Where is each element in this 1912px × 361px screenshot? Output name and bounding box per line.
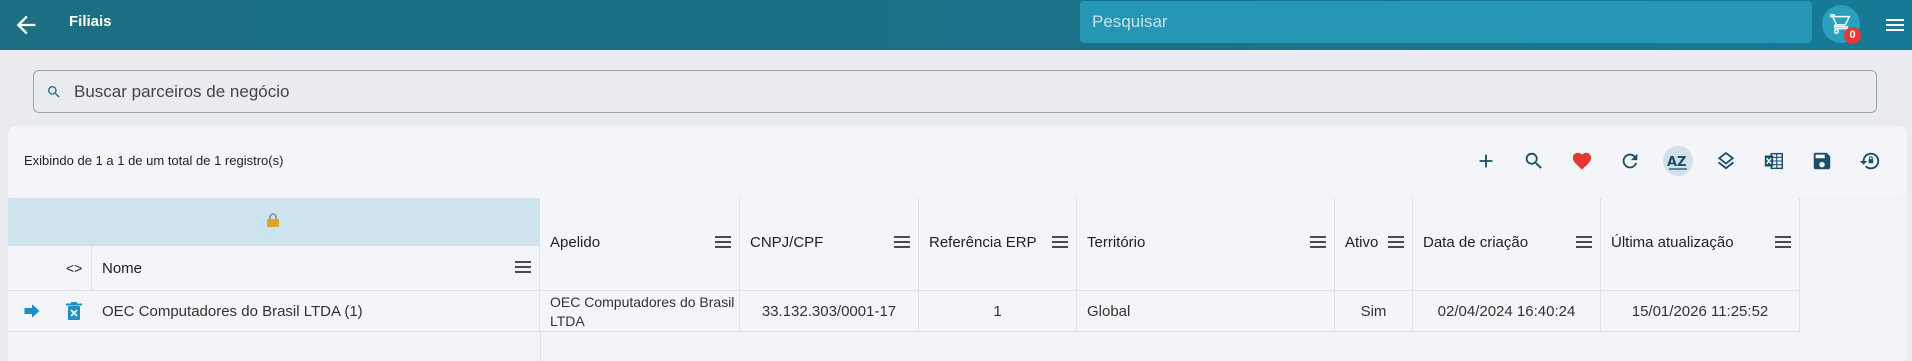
cell-nome: OEC Computadores do Brasil LTDA (1) — [92, 291, 540, 331]
global-search-box[interactable] — [1080, 1, 1812, 43]
column-menu-icon[interactable] — [894, 235, 910, 249]
restore-button[interactable] — [1855, 146, 1885, 176]
cell-apelido: OEC Computadores do Brasil LTDA — [540, 291, 740, 331]
arrow-right-icon — [24, 304, 40, 318]
back-arrow-icon[interactable] — [12, 11, 40, 39]
column-header-ultima-atualizacao[interactable]: Última atualização — [1601, 198, 1800, 290]
column-header-ativo[interactable]: Ativo — [1335, 198, 1413, 290]
code-toggle-icon[interactable]: <> — [66, 260, 82, 276]
column-label-nome: Nome — [102, 260, 143, 277]
column-header-cnpj[interactable]: CNPJ/CPF — [740, 198, 919, 290]
column-menu-icon[interactable] — [1775, 235, 1791, 249]
lock-icon — [266, 212, 280, 233]
column-menu-icon[interactable] — [1310, 235, 1326, 249]
partner-search-input[interactable] — [74, 71, 1864, 112]
cell-data-criacao: 02/04/2024 16:40:24 — [1413, 291, 1601, 331]
top-app-bar: Filiais 0 — [0, 0, 1912, 50]
column-menu-icon[interactable] — [715, 235, 731, 249]
search-button[interactable] — [1519, 146, 1549, 176]
column-label-ativo: Ativo — [1345, 234, 1379, 251]
global-search-input[interactable] — [1092, 1, 1792, 43]
search-icon — [1525, 152, 1542, 169]
data-grid: <> Nome Apelido CNPJ/CPF Referência ERP … — [8, 198, 1907, 361]
export-excel-button[interactable] — [1759, 146, 1789, 176]
delete-record-button[interactable] — [56, 291, 92, 331]
column-label-cnpj: CNPJ/CPF — [750, 234, 824, 251]
cell-territorio: Global — [1077, 291, 1335, 331]
hamburger-menu-icon[interactable] — [1883, 13, 1907, 37]
cell-ultima-atualizacao: 15/01/2026 11:25:52 — [1601, 291, 1800, 331]
column-menu-icon[interactable] — [1388, 235, 1404, 249]
column-label-apelido: Apelido — [550, 234, 601, 251]
column-header-apelido[interactable]: Apelido — [540, 198, 740, 290]
column-menu-icon[interactable] — [1576, 235, 1592, 249]
favorite-button[interactable] — [1567, 146, 1597, 176]
partner-search-box[interactable] — [33, 70, 1877, 113]
column-label-ultima-atualizacao: Última atualização — [1611, 234, 1734, 251]
sort-az-button[interactable]: AZ — [1663, 146, 1693, 176]
column-header-territorio[interactable]: Território — [1077, 198, 1335, 290]
refresh-icon — [1622, 153, 1638, 169]
results-panel: Exibindo de 1 a 1 de um total de 1 regis… — [8, 126, 1907, 361]
delete-icon — [66, 302, 82, 320]
column-header-nome[interactable]: Nome — [92, 246, 540, 290]
layers-icon — [1717, 151, 1735, 170]
records-info: Exibindo de 1 a 1 de um total de 1 regis… — [24, 153, 284, 168]
cart-count-badge: 0 — [1844, 27, 1861, 44]
page-title: Filiais — [69, 13, 112, 30]
svg-text:AZ: AZ — [1667, 155, 1687, 170]
table-row[interactable]: OEC Computadores do Brasil LTDA (1) OEC … — [8, 290, 1800, 332]
column-label-territorio: Território — [1087, 234, 1146, 251]
sort-az-icon: AZ — [1667, 155, 1687, 170]
cart-button[interactable]: 0 — [1822, 5, 1861, 44]
layers-button[interactable] — [1711, 146, 1741, 176]
column-header-data-criacao[interactable]: Data de criação — [1413, 198, 1601, 290]
grid-toolbar: Exibindo de 1 a 1 de um total de 1 regis… — [8, 126, 1907, 196]
save-button[interactable] — [1807, 146, 1837, 176]
column-header-referencia[interactable]: Referência ERP — [919, 198, 1077, 290]
favorite-icon — [1572, 152, 1592, 170]
add-icon — [1479, 154, 1493, 168]
refresh-button[interactable] — [1615, 146, 1645, 176]
column-menu-icon[interactable] — [1052, 235, 1068, 249]
restore-icon — [1859, 152, 1880, 170]
cell-cnpj: 33.132.303/0001-17 — [740, 291, 919, 331]
column-label-data-criacao: Data de criação — [1423, 234, 1529, 251]
pinned-divider — [540, 332, 541, 361]
column-menu-icon[interactable] — [515, 260, 531, 274]
open-record-button[interactable] — [8, 291, 56, 331]
cell-referencia: 1 — [919, 291, 1077, 331]
excel-icon — [1764, 152, 1783, 170]
add-button[interactable] — [1471, 146, 1501, 176]
save-icon — [1813, 152, 1831, 170]
cell-ativo: Sim — [1335, 291, 1413, 331]
pinned-columns-header — [8, 198, 540, 246]
search-icon — [46, 84, 62, 105]
column-label-referencia: Referência ERP — [929, 234, 1037, 251]
column-header-code[interactable]: <> — [8, 246, 92, 290]
